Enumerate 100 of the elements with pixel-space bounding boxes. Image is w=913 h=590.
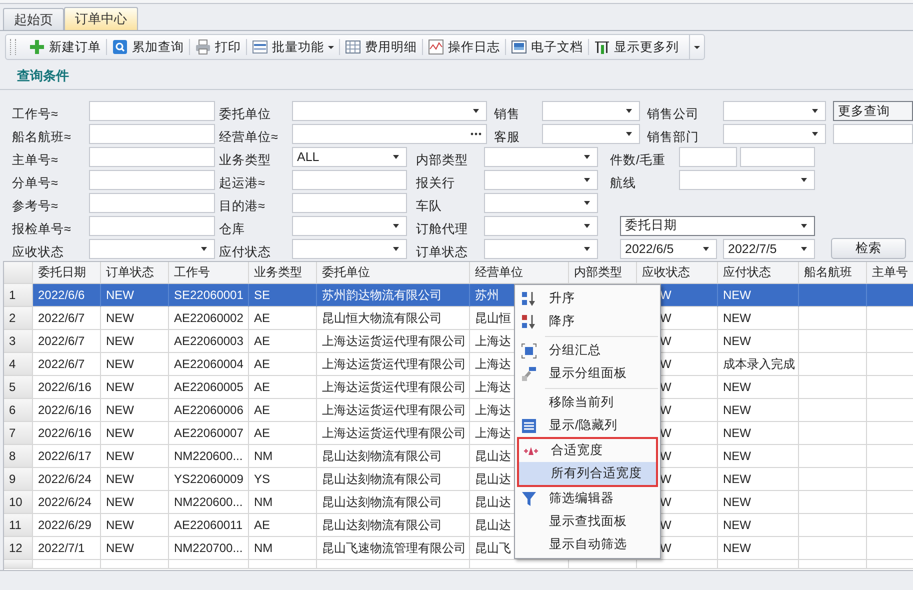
table-cell: SE22060001: [169, 284, 249, 307]
row-number: 8: [4, 445, 33, 468]
table-cell: AE22060002: [169, 307, 249, 330]
table-cell: NEW: [101, 330, 169, 353]
dropdown-arrow-icon: [703, 246, 709, 250]
dropdown[interactable]: 2022/6/5: [620, 238, 717, 258]
table-cell: 上海达运货运代理有限公司: [317, 422, 470, 445]
dropdown[interactable]: [89, 238, 215, 258]
dropdown[interactable]: [484, 192, 598, 212]
table-cell: NEW: [718, 376, 799, 399]
dropdown[interactable]: [292, 238, 407, 258]
search-button[interactable]: 检索: [831, 238, 906, 259]
input-field[interactable]: [89, 192, 215, 212]
input-field[interactable]: [89, 146, 215, 166]
input-field[interactable]: [292, 192, 407, 212]
dropdown[interactable]: [542, 100, 640, 120]
table-cell: 2022/6/7: [33, 353, 101, 376]
table-cell: AE: [249, 353, 317, 376]
section-title: 查询条件: [17, 67, 69, 84]
field-label: 参考号≈: [12, 198, 59, 212]
field-label: 销售公司: [647, 106, 700, 120]
table-cell: 昆山达刻物流有限公司: [317, 491, 470, 514]
input-field[interactable]: [292, 124, 487, 144]
table-cell: AE22060004: [169, 353, 249, 376]
table-cell: AE: [249, 514, 317, 537]
table-cell: NEW: [718, 399, 799, 422]
toolbar-button[interactable]: 显示更多列: [589, 36, 684, 58]
input-field[interactable]: [740, 146, 815, 166]
table-cell: [799, 491, 867, 514]
table-cell: AE: [249, 422, 317, 445]
dropdown[interactable]: [484, 238, 598, 258]
table-cell: 2022/6/7: [33, 307, 101, 330]
table-cell: AE22060003: [169, 330, 249, 353]
table-cell: 上海达运货运代理有限公司: [317, 399, 470, 422]
field-label: 目的港≈: [219, 198, 266, 212]
dropdown[interactable]: [723, 100, 826, 120]
dropdown-arrow-icon: [801, 178, 807, 182]
field-label: 工作号≈: [12, 106, 59, 120]
dropdown-arrow-icon: [201, 246, 207, 250]
more-query-button[interactable]: 更多查询: [833, 100, 913, 120]
toolbar-button[interactable]: 打印: [190, 36, 246, 58]
row-number: 6: [4, 399, 33, 422]
search-icon: [112, 39, 128, 55]
input-field[interactable]: [833, 124, 913, 144]
field-label: 报检单号≈: [12, 220, 72, 236]
table-cell: NEW: [101, 445, 169, 468]
ellipsis-icon[interactable]: [470, 132, 482, 136]
tab[interactable]: 起始页: [3, 8, 64, 30]
dropdown[interactable]: [484, 216, 598, 236]
dropdown[interactable]: 委托日期: [620, 216, 815, 236]
toolbar-button[interactable]: 费用明细: [340, 36, 422, 58]
row-number: 3: [4, 330, 33, 353]
table-cell: [799, 422, 867, 445]
field-label: 件数/毛重: [610, 152, 666, 166]
table-cell: NEW: [101, 399, 169, 422]
table-cell: 2022/6/7: [33, 330, 101, 353]
field-label: 应付状态: [219, 244, 272, 258]
toolbar-button[interactable]: 新建订单: [24, 36, 106, 58]
filter-icon: [522, 492, 536, 506]
table-cell: NEW: [718, 514, 799, 537]
input-field[interactable]: [89, 170, 215, 190]
field-label: 内部类型: [416, 152, 469, 166]
dropdown[interactable]: 2022/7/5: [723, 238, 815, 258]
input-field[interactable]: [292, 170, 407, 190]
tab[interactable]: 订单中心: [64, 7, 138, 30]
toolbar-button[interactable]: 操作日志: [423, 36, 505, 58]
row-number: 7: [4, 422, 33, 445]
field-label: 仓库: [219, 220, 246, 236]
table-cell: AE22060011: [169, 514, 249, 537]
dropdown[interactable]: [292, 100, 487, 120]
table-cell: SE: [249, 284, 317, 307]
dropdown[interactable]: [484, 170, 598, 190]
toolbar-button[interactable]: 批量功能: [247, 36, 339, 58]
row-number: 9: [4, 468, 33, 491]
dropdown[interactable]: [542, 124, 640, 144]
toolbar-button[interactable]: 电子文档: [506, 36, 588, 58]
group-icon: [522, 343, 536, 358]
table-cell: 2022/6/16: [33, 376, 101, 399]
toolbar-button[interactable]: 累加查询: [107, 36, 189, 58]
input-field[interactable]: [89, 216, 215, 236]
field-label: 订舱代理: [416, 220, 469, 236]
menu-item[interactable]: 所有列合适宽度: [519, 462, 656, 485]
dropdown[interactable]: [679, 170, 815, 190]
input-field[interactable]: [679, 146, 737, 166]
table-cell: NEW: [101, 376, 169, 399]
row-number: 12: [4, 537, 33, 560]
table-cell: 2022/6/24: [33, 468, 101, 491]
dropdown[interactable]: [723, 124, 826, 144]
fit-width-icon: [523, 446, 539, 454]
input-field[interactable]: [89, 100, 215, 120]
dropdown-arrow-icon: [584, 224, 590, 228]
table-cell: 2022/6/16: [33, 399, 101, 422]
dropdown[interactable]: ALL: [292, 146, 407, 166]
field-label: 分单号≈: [12, 174, 59, 190]
table-cell: AE: [249, 399, 317, 422]
table-cell: [799, 399, 867, 422]
table-cell: YS: [249, 468, 317, 491]
dropdown[interactable]: [484, 146, 598, 166]
input-field[interactable]: [89, 124, 215, 144]
dropdown[interactable]: [292, 216, 407, 236]
